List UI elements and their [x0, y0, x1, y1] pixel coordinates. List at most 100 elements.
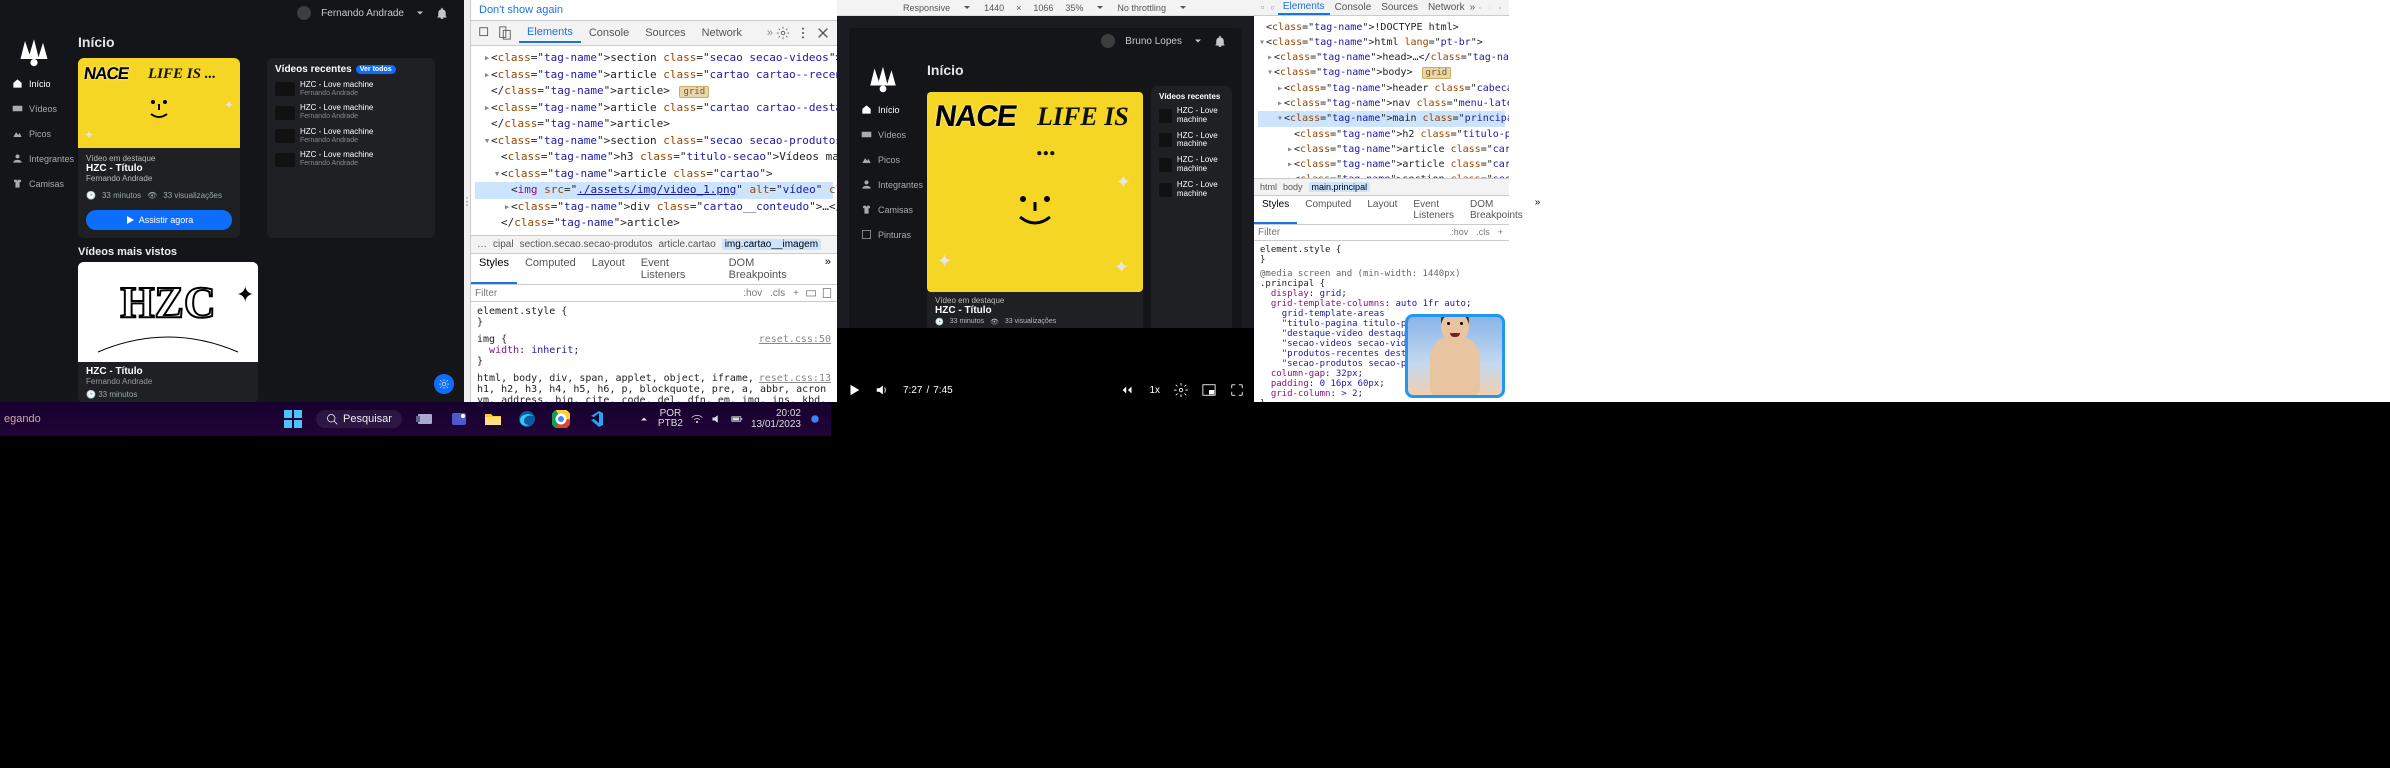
taskview-icon[interactable] [414, 408, 436, 430]
volume-icon[interactable] [875, 383, 889, 397]
course-video-pane: Responsive 1440 × 1066 35% No throttling… [837, 0, 1254, 402]
tab-network[interactable]: Network [1423, 1, 1470, 14]
styles-rules[interactable]: element.style {} @media screen and (min-… [1254, 241, 1509, 403]
chevron-down-icon[interactable] [414, 7, 426, 19]
fullscreen-icon[interactable] [1230, 383, 1244, 397]
nav-camisas[interactable]: Camisas [12, 178, 64, 189]
tab-network[interactable]: Network [694, 24, 750, 42]
rate[interactable]: 1x [1149, 385, 1160, 396]
start-button[interactable] [282, 408, 304, 430]
gear-icon[interactable] [776, 26, 790, 40]
vscode-icon[interactable] [584, 408, 606, 430]
username: Bruno Lopes [1125, 36, 1182, 47]
edge-icon[interactable] [516, 408, 538, 430]
inspect-icon[interactable] [1261, 1, 1265, 15]
nav-picos[interactable]: Picos [861, 154, 900, 165]
styles-tabs: Styles Computed Layout Event Listeners D… [471, 254, 837, 285]
video-player: 7:27 / 7:45 1x [837, 328, 1254, 402]
svg-text:✦: ✦ [236, 282, 254, 307]
next-icon[interactable] [1121, 383, 1135, 397]
hzc-header: Fernando Andrade [0, 0, 464, 26]
battery-icon[interactable] [731, 413, 743, 425]
ver-todos-pill[interactable]: Ver todos [356, 65, 396, 74]
bell-icon[interactable] [436, 7, 448, 19]
devtools-right: Elements Console Sources Network » <clas… [1254, 0, 1509, 402]
styles-filter[interactable] [1258, 227, 1445, 238]
tab-console[interactable]: Console [1330, 1, 1377, 14]
gear-icon[interactable] [1478, 1, 1482, 15]
nav-inicio[interactable]: Início [861, 104, 900, 115]
elements-tree[interactable]: ▸<class="tag-name">section class="secao … [471, 46, 837, 235]
inspect-icon[interactable] [478, 26, 492, 40]
tab-elements[interactable]: Elements [519, 23, 581, 43]
nav-camisas[interactable]: Camisas [861, 204, 913, 215]
dontshow-link[interactable]: Don't show again [479, 4, 563, 16]
recent-item[interactable]: HZC - Love machine [1159, 132, 1224, 150]
bell-icon[interactable] [1214, 35, 1226, 47]
chevron-up-icon[interactable] [638, 413, 650, 425]
recent-item[interactable]: HZC - Love machineFernando Andrade [275, 151, 427, 167]
stab-events[interactable]: Event Listeners [633, 254, 721, 284]
viewport-toolbar[interactable]: Responsive 1440 × 1066 35% No throttling [837, 0, 1254, 16]
taskbar-search[interactable]: Pesquisar [316, 410, 402, 428]
chrome-icon[interactable] [550, 408, 572, 430]
float-settings[interactable] [434, 374, 454, 394]
gear-icon[interactable] [1174, 383, 1188, 397]
elements-tree[interactable]: <class="tag-name">!DOCTYPE html>▾<class=… [1254, 16, 1509, 178]
cls-btn[interactable]: .cls [768, 288, 787, 299]
recent-item[interactable]: HZC - Love machineFernando Andrade [275, 104, 427, 120]
hzc-app-left: Fernando Andrade Início Vídeos Picos Int… [0, 0, 464, 402]
tab-sources[interactable]: Sources [1376, 1, 1423, 14]
stab-computed[interactable]: Computed [517, 254, 584, 284]
video-thumb-big: NACE LIFE IS ... ✦ ✦ ✦ [927, 92, 1143, 292]
close-icon[interactable] [816, 26, 830, 40]
stab-layout[interactable]: Layout [584, 254, 633, 284]
teams-icon[interactable] [448, 408, 470, 430]
nav-videos[interactable]: Vídeos [861, 129, 906, 140]
device-toggle-icon[interactable] [821, 287, 833, 299]
stab-dombp[interactable]: DOM Breakpoints [721, 254, 819, 284]
device-icon[interactable] [498, 26, 512, 40]
card-destaque[interactable]: NACE LIFE IS ... ✦ ✦ Vídeo em destaque H… [78, 58, 240, 238]
nav-integrantes[interactable]: Integrantes [861, 179, 923, 190]
nav-inicio[interactable]: Início [12, 78, 51, 89]
nav-pinturas[interactable]: Pinturas [861, 229, 911, 240]
print-media-icon[interactable] [805, 287, 817, 299]
chevron-down-icon[interactable] [1192, 35, 1204, 47]
pip-icon[interactable] [1202, 383, 1216, 397]
volume-tray-icon[interactable] [711, 413, 723, 425]
recent-item[interactable]: HZC - Love machine [1159, 156, 1224, 174]
windows-taskbar[interactable]: egando Pesquisar PORPTB2 20:0213/01/2023 [0, 402, 831, 436]
recent-item[interactable]: HZC - Love machine [1159, 181, 1224, 199]
styles-rules[interactable]: element.style { } reset.css:50img { widt… [471, 302, 837, 402]
tab-elements[interactable]: Elements [1278, 0, 1330, 15]
notif-icon[interactable] [809, 413, 821, 425]
clock[interactable]: 20:0213/01/2023 [751, 408, 801, 430]
recent-item[interactable]: HZC - Love machineFernando Andrade [275, 128, 427, 144]
devtools-left: Don't show again Elements Console Source… [470, 0, 837, 402]
plus-btn[interactable]: + [791, 288, 801, 299]
hov-btn[interactable]: :hov [741, 288, 764, 299]
webcam-overlay [1405, 314, 1505, 398]
kebab-icon[interactable] [1488, 1, 1492, 15]
wifi-icon[interactable] [691, 413, 703, 425]
explorer-icon[interactable] [482, 408, 504, 430]
kebab-icon[interactable] [796, 26, 810, 40]
page-title: Início [927, 62, 1232, 78]
styles-filter[interactable] [475, 288, 737, 299]
tab-console[interactable]: Console [581, 24, 637, 42]
device-icon[interactable] [1271, 1, 1275, 15]
sidebar: Início Vídeos Picos Integrantes Camisas [0, 26, 68, 402]
stab-styles[interactable]: Styles [471, 254, 517, 284]
recent-item[interactable]: HZC - Love machine [1159, 107, 1224, 125]
nav-picos[interactable]: Picos [12, 128, 51, 139]
tab-sources[interactable]: Sources [637, 24, 693, 42]
recent-item[interactable]: HZC - Love machineFernando Andrade [275, 81, 427, 97]
watch-button[interactable]: Assistir agora [86, 210, 232, 230]
nav-videos[interactable]: Vídeos [12, 103, 57, 114]
nav-integrantes[interactable]: Integrantes [12, 153, 74, 164]
close-icon[interactable] [1498, 1, 1502, 15]
mais-card[interactable]: HZC ✦ HZC - Título Fernando Andrade � [78, 262, 258, 402]
play-icon[interactable] [847, 383, 861, 397]
breadcrumb[interactable]: … cipal section.secao.secao-produtos art… [471, 235, 837, 254]
